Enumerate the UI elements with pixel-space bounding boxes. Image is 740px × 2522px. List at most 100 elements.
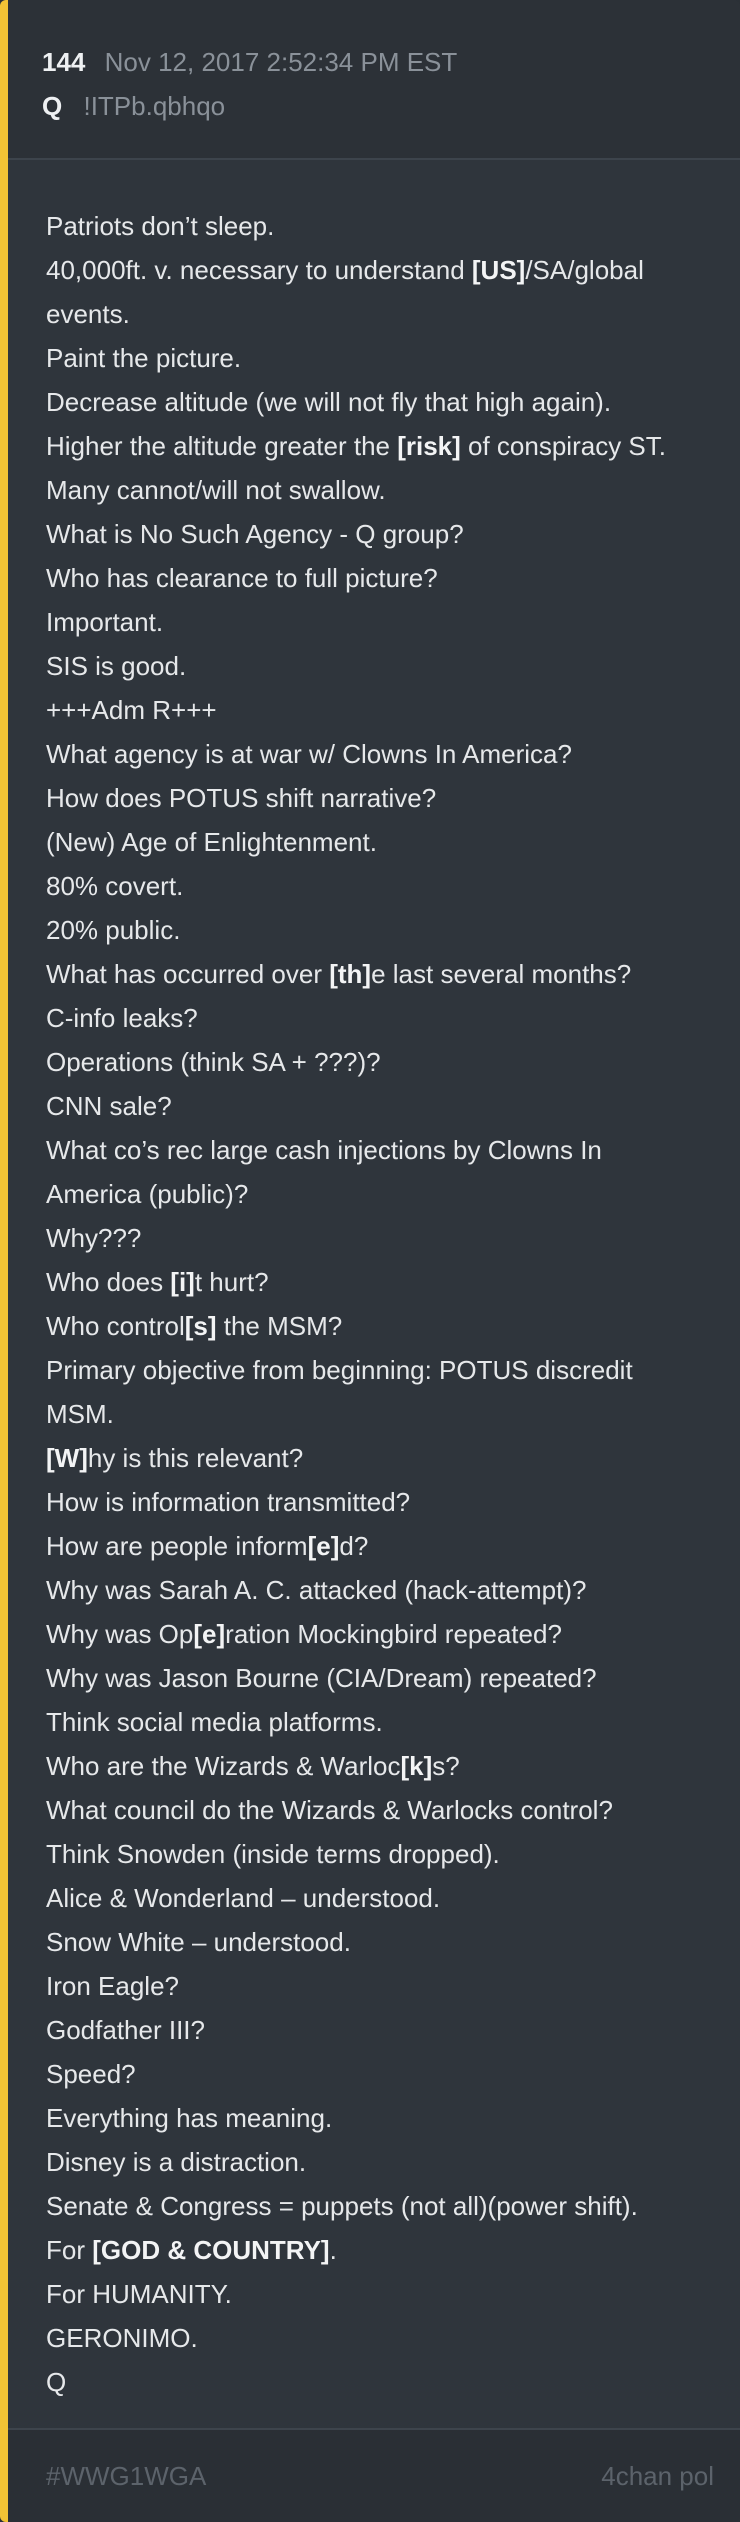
hashtag-label: #WWG1WGA (46, 2460, 207, 2491)
line-text: What has occurred over (46, 959, 330, 989)
line-text: Godfather III? (46, 2015, 205, 2045)
message-line: Speed? (46, 2052, 710, 2096)
message-line: Alice & Wonderland – understood. (46, 1876, 710, 1920)
line-text: Why was Sarah A. C. attacked (hack-attem… (46, 1575, 587, 1605)
message-line: Everything has meaning. (46, 2096, 710, 2140)
message-line: Why was Jason Bourne (CIA/Dream) repeate… (46, 1656, 710, 1700)
message-line: 20% public. (46, 908, 710, 952)
line-text: Disney is a distraction. (46, 2147, 307, 2177)
message-line: Disney is a distraction. (46, 2140, 710, 2184)
line-text: e last several months? (371, 959, 632, 989)
bold-marker: [US] (471, 255, 526, 285)
line-text: Think social media platforms. (46, 1707, 383, 1737)
message-line: Think Snowden (inside terms dropped). (46, 1832, 710, 1876)
line-text: +++Adm R+++ (46, 695, 217, 725)
message-line: Q (46, 2360, 710, 2404)
line-text: /SA/global (525, 255, 644, 285)
bold-marker: [k] (400, 1751, 433, 1781)
line-text: events. (46, 299, 130, 329)
line-text: Speed? (46, 2059, 136, 2089)
message-line: Think social media platforms. (46, 1700, 710, 1744)
line-text: 80% covert. (46, 871, 184, 901)
line-text: What council do the Wizards & Warlocks c… (46, 1795, 613, 1825)
bold-marker: [s] (184, 1311, 217, 1341)
line-text: Who does (46, 1267, 171, 1297)
line-text: Everything has meaning. (46, 2103, 333, 2133)
message-line: Decrease altitude (we will not fly that … (46, 380, 710, 424)
line-text: Who has clearance to full picture? (46, 563, 438, 593)
bold-marker: [e] (307, 1531, 340, 1561)
message-line: SIS is good. (46, 644, 710, 688)
bold-marker: [risk] (397, 431, 461, 461)
message-line: Snow White – understood. (46, 1920, 710, 1964)
message-line: What is No Such Agency - Q group? (46, 512, 710, 556)
line-text: ration Mockingbird repeated? (225, 1619, 562, 1649)
line-text: C-info leaks? (46, 1003, 198, 1033)
message-line: (New) Age of Enlightenment. (46, 820, 710, 864)
message-line: CNN sale? (46, 1084, 710, 1128)
message-line: Who are the Wizards & Warloc[k]s? (46, 1744, 710, 1788)
post-author-row: Q !ITPb.qbhqo (42, 84, 740, 128)
message-line: Why was Op[e]ration Mockingbird repeated… (46, 1612, 710, 1656)
message-line: For HUMANITY. (46, 2272, 710, 2316)
line-text: Alice & Wonderland – understood. (46, 1883, 441, 1913)
message-line: For [GOD & COUNTRY]. (46, 2228, 710, 2272)
message-line: What co’s rec large cash injections by C… (46, 1128, 710, 1172)
source-label: 4chan pol (601, 2460, 714, 2491)
message-line: What has occurred over [th]e last severa… (46, 952, 710, 996)
line-text: What is No Such Agency - Q group? (46, 519, 464, 549)
line-text: What agency is at war w/ Clowns In Ameri… (46, 739, 572, 769)
line-text: Why was Op (46, 1619, 194, 1649)
message-line: Important. (46, 600, 710, 644)
bold-marker: [e] (193, 1619, 226, 1649)
line-text: 40,000ft. v. necessary to understand (46, 255, 472, 285)
line-text: 20% public. (46, 915, 181, 945)
line-text: Why??? (46, 1223, 142, 1253)
line-text: Primary objective from beginning: POTUS … (46, 1355, 633, 1385)
message-line: Why was Sarah A. C. attacked (hack-attem… (46, 1568, 710, 1612)
line-text: How are people inform (46, 1531, 308, 1561)
message-line: Many cannot/will not swallow. (46, 468, 710, 512)
line-text: Think Snowden (inside terms dropped). (46, 1839, 500, 1869)
bold-marker: [i] (170, 1267, 195, 1297)
post-body: Patriots don’t sleep. 40,000ft. v. necess… (8, 160, 740, 2404)
line-text: How is information transmitted? (46, 1487, 411, 1517)
message-line: [W]hy is this relevant? (46, 1436, 710, 1480)
message-line: How is information transmitted? (46, 1480, 710, 1524)
line-text: of conspiracy ST. (460, 431, 666, 461)
line-text: Higher the altitude greater the (46, 431, 398, 461)
post-meta-row: 144 Nov 12, 2017 2:52:34 PM EST (42, 40, 740, 84)
line-text: (New) Age of Enlightenment. (46, 827, 377, 857)
line-text: Decrease altitude (we will not fly that … (46, 387, 612, 417)
message-line: events. (46, 292, 710, 336)
line-text: d? (339, 1531, 369, 1561)
message-line: +++Adm R+++ (46, 688, 710, 732)
line-text: America (public)? (46, 1179, 249, 1209)
message-line: Operations (think SA + ???)? (46, 1040, 710, 1084)
message-line: How does POTUS shift narrative? (46, 776, 710, 820)
line-text: s? (432, 1751, 460, 1781)
message-line: How are people inform[e]d? (46, 1524, 710, 1568)
message-line: C-info leaks? (46, 996, 710, 1040)
message-line: What agency is at war w/ Clowns In Ameri… (46, 732, 710, 776)
bold-marker: [th] (329, 959, 372, 989)
message-line: What council do the Wizards & Warlocks c… (46, 1788, 710, 1832)
line-text: For (46, 2235, 93, 2265)
line-text: t hurt? (194, 1267, 269, 1297)
post-author: Q (42, 91, 63, 121)
line-text: CNN sale? (46, 1091, 172, 1121)
bold-marker: [W] (46, 1443, 88, 1473)
message-line: Senate & Congress = puppets (not all)(po… (46, 2184, 710, 2228)
line-text: What co’s rec large cash injections by C… (46, 1135, 602, 1165)
line-text: the MSM? (216, 1311, 343, 1341)
message-line: Iron Eagle? (46, 1964, 710, 2008)
line-text: Paint the picture. (46, 343, 242, 373)
bold-marker: [GOD & COUNTRY] (92, 2235, 330, 2265)
message-line: Paint the picture. (46, 336, 710, 380)
post-card: 144 Nov 12, 2017 2:52:34 PM EST Q !ITPb.… (0, 0, 740, 2522)
post-number: 144 (42, 47, 86, 77)
message-line: Who has clearance to full picture? (46, 556, 710, 600)
message-line: GERONIMO. (46, 2316, 710, 2360)
line-text: . (329, 2235, 337, 2265)
line-text: For HUMANITY. (46, 2279, 232, 2309)
